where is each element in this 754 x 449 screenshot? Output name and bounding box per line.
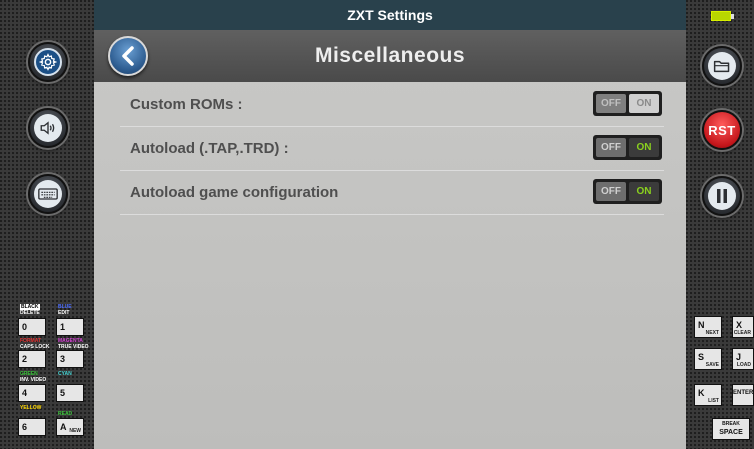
keyboard-icon	[34, 180, 62, 208]
toggle-on: ON	[629, 182, 659, 201]
key-5[interactable]: 5	[56, 384, 84, 402]
back-button[interactable]	[108, 36, 148, 76]
key-char: 0	[22, 322, 28, 332]
key-char: BREAK	[722, 421, 740, 427]
toggle-off: OFF	[596, 182, 626, 201]
key-char: A	[60, 422, 67, 432]
key-sub: CLEAR	[733, 330, 751, 336]
key-s[interactable]: S SAVE	[694, 348, 722, 370]
key-label: READ	[58, 411, 73, 417]
key-char: 3	[60, 354, 66, 364]
key-sub: SPACE	[719, 429, 743, 436]
key-k[interactable]: K LIST	[694, 384, 722, 406]
open-file-button[interactable]	[702, 46, 742, 86]
page-title: Miscellaneous	[314, 44, 466, 67]
pause-button[interactable]	[702, 176, 742, 216]
setting-row-custom-roms: Custom ROMs : OFF ON	[120, 83, 664, 127]
enter-key[interactable]: ENTER	[732, 384, 754, 406]
chevron-left-icon	[122, 46, 134, 66]
setting-row-autoload-tap-trd: Autoload (.TAP,.TRD) : OFF ON	[120, 127, 664, 171]
break-space-key[interactable]: BREAK SPACE	[712, 418, 750, 440]
key-label: YELLOW	[20, 405, 42, 411]
key-char: 6	[22, 422, 28, 432]
custom-roms-toggle[interactable]: OFF ON	[593, 91, 662, 116]
gear-icon	[34, 48, 62, 76]
key-char: J	[736, 352, 742, 362]
key-x[interactable]: X CLEAR	[732, 316, 754, 338]
key-label: CYAN	[58, 371, 72, 377]
toggle-off: OFF	[596, 94, 626, 113]
keyboard-button[interactable]	[28, 174, 68, 214]
page-header: Miscellaneous	[94, 30, 686, 82]
key-char: 4	[22, 388, 28, 398]
key-char: K	[698, 388, 705, 398]
key-3[interactable]: 3	[56, 350, 84, 368]
setting-label: Custom ROMs :	[130, 96, 243, 113]
key-4[interactable]: 4	[18, 384, 46, 402]
settings-button[interactable]	[28, 42, 68, 82]
setting-row-autoload-game-config: Autoload game configuration OFF ON	[120, 171, 664, 215]
key-a[interactable]: A NEW	[56, 418, 84, 436]
key-char: X	[736, 320, 743, 330]
key-label: DELETE	[20, 310, 40, 316]
key-0[interactable]: 0	[18, 318, 46, 336]
autoload-game-config-toggle[interactable]: OFF ON	[593, 179, 662, 204]
key-j[interactable]: J LOAD	[732, 348, 754, 370]
key-char: N	[698, 320, 705, 330]
key-label: EDIT	[58, 310, 70, 316]
reset-button[interactable]: RST	[702, 110, 742, 150]
key-label: INV. VIDEO	[20, 377, 47, 383]
key-char: ENTER	[733, 390, 754, 396]
title-bar: ZXT Settings	[94, 0, 686, 30]
app-window: BLACK DELETE 0 BLUE EDIT 1 FORMAT CAPS L…	[0, 0, 754, 449]
speaker-icon	[34, 114, 62, 142]
left-panel: BLACK DELETE 0 BLUE EDIT 1 FORMAT CAPS L…	[0, 0, 94, 449]
key-char: 5	[60, 388, 66, 398]
setting-label: Autoload (.TAP,.TRD) :	[130, 140, 289, 157]
battery-icon	[711, 11, 734, 21]
key-char: 1	[60, 322, 66, 332]
autoload-tap-trd-toggle[interactable]: OFF ON	[593, 135, 662, 160]
key-sub: NEW	[69, 428, 81, 434]
window-title: ZXT Settings	[347, 7, 433, 23]
key-sub: LIST	[708, 398, 719, 404]
toggle-off: OFF	[596, 138, 626, 157]
key-sub: NEXT	[705, 330, 719, 336]
reset-label: RST	[708, 122, 736, 138]
key-char: S	[698, 352, 705, 362]
main-content: ZXT Settings Miscellaneous Custom ROMs :…	[94, 0, 686, 449]
pause-icon	[708, 182, 736, 210]
key-6[interactable]: 6	[18, 418, 46, 436]
toggle-on: ON	[629, 94, 659, 113]
right-panel: RST N NEXT X CLEAR S SAVE J LOAD K LIST ENTER…	[686, 0, 754, 449]
key-2[interactable]: 2	[18, 350, 46, 368]
key-n[interactable]: N NEXT	[694, 316, 722, 338]
key-sub: SAVE	[705, 362, 719, 368]
sound-button[interactable]	[28, 108, 68, 148]
folder-icon	[708, 52, 736, 80]
key-1[interactable]: 1	[56, 318, 84, 336]
toggle-on: ON	[629, 138, 659, 157]
key-sub: LOAD	[736, 362, 751, 368]
setting-label: Autoload game configuration	[130, 184, 339, 201]
key-char: 2	[22, 354, 28, 364]
